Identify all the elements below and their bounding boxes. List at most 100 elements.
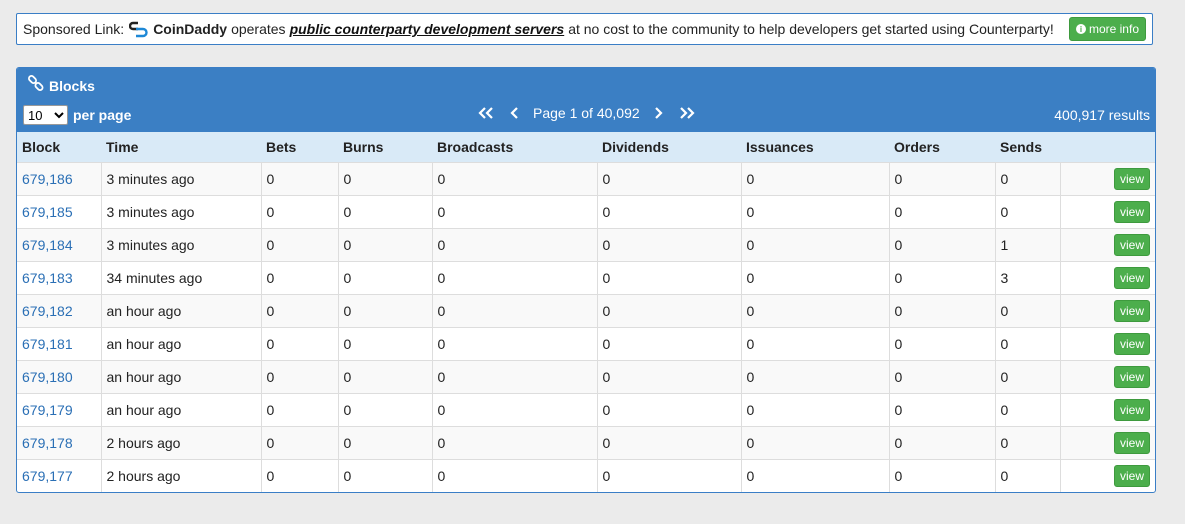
block-link[interactable]: 679,180 [22,369,73,385]
sends-cell: 1 [994,228,1060,262]
block-cell: 679,181 [17,327,101,361]
dividends-cell: 0 [596,228,741,262]
header-sends[interactable]: Sends [995,132,1060,163]
block-link[interactable]: 679,182 [22,303,73,319]
view-button[interactable]: view [1113,168,1150,190]
issuances-cell: 0 [740,360,889,394]
table-row: 679,178 2 hours ago 0 0 0 0 0 0 0 view [17,426,1155,460]
bets-cell: 0 [260,327,338,361]
pagination: Page 1 of 40,092 [477,105,696,121]
header-orders[interactable]: Orders [889,132,995,163]
dividends-cell: 0 [596,195,741,229]
block-link[interactable]: 679,177 [22,468,73,484]
view-button[interactable]: view [1113,333,1150,355]
block-link[interactable]: 679,184 [22,237,73,253]
view-button[interactable]: view [1113,300,1150,322]
actions-cell: view [1059,360,1155,394]
coindaddy-logo-icon [129,20,149,38]
link-icon [27,75,49,96]
table-row: 679,181 an hour ago 0 0 0 0 0 0 0 view [17,327,1155,361]
first-page-icon[interactable] [477,106,497,120]
broadcasts-cell: 0 [431,195,597,229]
bets-cell: 0 [260,294,338,328]
block-cell: 679,179 [17,393,101,427]
view-button[interactable]: view [1113,234,1150,256]
table-row: 679,183 34 minutes ago 0 0 0 0 0 0 3 view [17,261,1155,295]
view-button[interactable]: view [1113,432,1150,454]
issuances-cell: 0 [740,162,889,196]
time-cell: an hour ago [100,393,261,427]
bets-cell: 0 [260,459,338,492]
actions-cell: view [1059,162,1155,196]
header-time[interactable]: Time [101,132,261,163]
orders-cell: 0 [888,261,995,295]
view-button[interactable]: view [1113,465,1150,487]
sends-cell: 3 [994,261,1060,295]
sponsor-brand: CoinDaddy [153,21,228,37]
block-link[interactable]: 679,185 [22,204,73,220]
time-cell: an hour ago [100,327,261,361]
last-page-icon[interactable] [676,106,696,120]
dev-servers-link[interactable]: public counterparty development servers [290,21,565,37]
block-cell: 679,182 [17,294,101,328]
view-button[interactable]: view [1113,399,1150,421]
sponsor-text-2: at no cost to the community to help deve… [568,21,1054,37]
block-link[interactable]: 679,186 [22,171,73,187]
per-page-control: 10 per page [23,105,131,125]
burns-cell: 0 [337,459,432,492]
broadcasts-cell: 0 [431,228,597,262]
table-row: 679,185 3 minutes ago 0 0 0 0 0 0 0 view [17,195,1155,229]
table-row: 679,180 an hour ago 0 0 0 0 0 0 0 view [17,360,1155,394]
issuances-cell: 0 [740,459,889,492]
sends-cell: 0 [994,294,1060,328]
issuances-cell: 0 [740,195,889,229]
view-button[interactable]: view [1113,366,1150,388]
prev-page-icon[interactable] [509,106,521,120]
table-row: 679,179 an hour ago 0 0 0 0 0 0 0 view [17,393,1155,427]
more-info-label: more info [1088,22,1139,36]
bets-cell: 0 [260,261,338,295]
header-dividends[interactable]: Dividends [597,132,741,163]
burns-cell: 0 [337,360,432,394]
dividends-cell: 0 [596,459,741,492]
issuances-cell: 0 [740,393,889,427]
block-link[interactable]: 679,178 [22,435,73,451]
block-cell: 679,184 [17,228,101,262]
actions-cell: view [1059,459,1155,492]
header-burns[interactable]: Burns [338,132,432,163]
next-page-icon[interactable] [652,106,664,120]
block-link[interactable]: 679,183 [22,270,73,286]
more-info-button[interactable]: i more info [1068,17,1146,41]
time-cell: 3 minutes ago [100,195,261,229]
sends-cell: 0 [994,459,1060,492]
burns-cell: 0 [337,228,432,262]
panel-title: Blocks [27,75,95,96]
block-link[interactable]: 679,181 [22,336,73,352]
per-page-select[interactable]: 10 [23,105,68,125]
header-broadcasts[interactable]: Broadcasts [432,132,597,163]
time-cell: 2 hours ago [100,459,261,492]
time-cell: 2 hours ago [100,426,261,460]
orders-cell: 0 [888,459,995,492]
sends-cell: 0 [994,426,1060,460]
broadcasts-cell: 0 [431,459,597,492]
sends-cell: 0 [994,195,1060,229]
table-row: 679,177 2 hours ago 0 0 0 0 0 0 0 view [17,459,1155,492]
issuances-cell: 0 [740,426,889,460]
table-header-row: Block Time Bets Burns Broadcasts Dividen… [17,132,1155,163]
bets-cell: 0 [260,426,338,460]
block-cell: 679,185 [17,195,101,229]
burns-cell: 0 [337,294,432,328]
header-bets[interactable]: Bets [261,132,338,163]
burns-cell: 0 [337,162,432,196]
view-button[interactable]: view [1113,267,1150,289]
actions-cell: view [1059,228,1155,262]
view-button[interactable]: view [1113,201,1150,223]
header-issuances[interactable]: Issuances [741,132,889,163]
block-link[interactable]: 679,179 [22,402,73,418]
header-block[interactable]: Block [17,132,101,163]
results-count: 400,917 results [1054,107,1150,123]
broadcasts-cell: 0 [431,426,597,460]
dividends-cell: 0 [596,426,741,460]
time-cell: an hour ago [100,294,261,328]
